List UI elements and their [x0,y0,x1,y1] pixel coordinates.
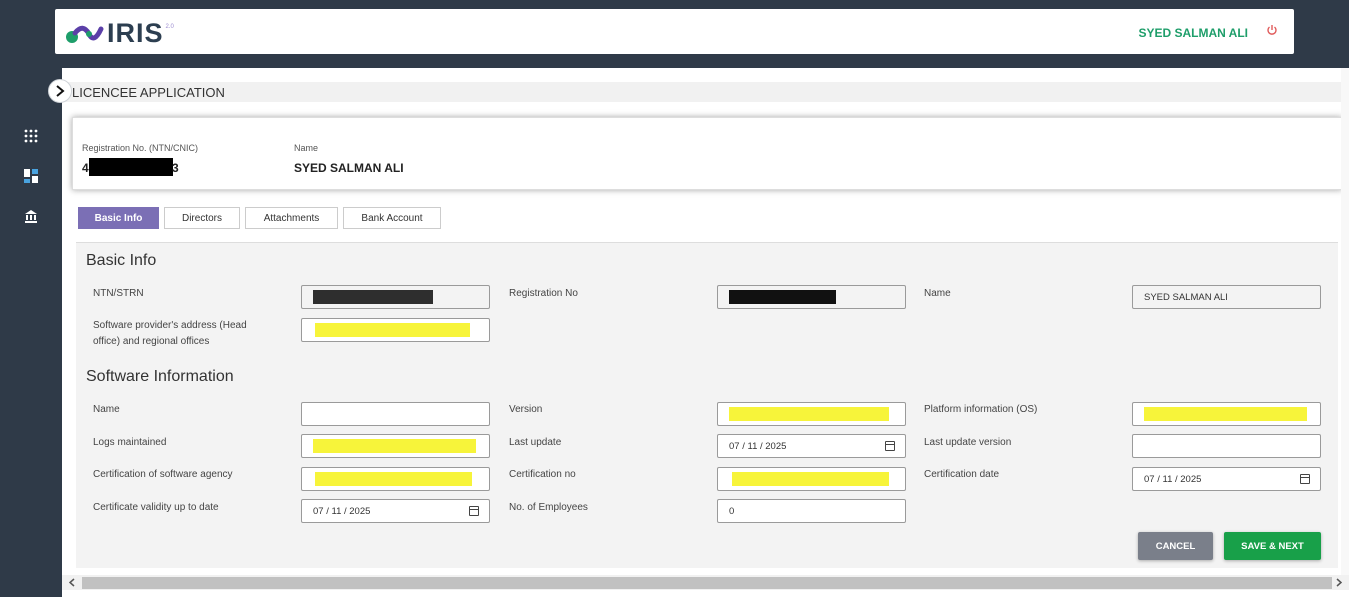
scroll-left-icon[interactable] [64,575,80,590]
main-content: LICENCEE APPLICATION Registration No. (N… [62,68,1349,597]
last-update-version-field[interactable] [1132,434,1321,458]
last-update-label: Last update [509,437,562,448]
validity-label: Certificate validity up to date [93,502,219,513]
employees-field[interactable]: 0 [717,499,906,523]
employees-label: No. of Employees [509,502,588,513]
registration-no-field[interactable] [717,285,906,309]
save-next-button[interactable]: SAVE & NEXT [1224,532,1321,560]
header-card: IRIS 2.0 SYED SALMAN ALI [55,9,1294,54]
tab-bank-account[interactable]: Bank Account [343,207,441,229]
calendar-icon[interactable] [469,506,479,516]
cert-agency-field[interactable] [301,467,490,491]
redacted-registration [89,158,173,176]
tab-attachments[interactable]: Attachments [245,207,338,229]
registration-label: Registration No. (NTN/CNIC) [82,143,199,153]
software-name-label: Name [93,404,120,415]
version-label: Version [509,404,543,415]
user-name[interactable]: SYED SALMAN ALI [1138,26,1248,40]
basic-info-title: Basic Info [86,252,157,269]
tab-bar: Basic Info Directors Attachments Bank Ac… [76,199,1338,243]
scrollbar-thumb[interactable] [82,577,1332,589]
logo-version: 2.0 [165,23,174,30]
ntn-label: NTN/STRN [93,288,144,299]
software-name-field[interactable] [301,402,490,426]
title-bar [62,82,1349,102]
redacted-address [315,323,470,337]
building-icon[interactable] [23,208,39,224]
iris-logo[interactable]: IRIS 2.0 [65,18,174,49]
cert-no-label: Certification no [509,469,576,480]
logout-icon [1267,25,1277,35]
cert-date-label: Certification date [924,469,1000,480]
registration-card: Registration No. (NTN/CNIC) 4 3 Name SYE… [72,117,1342,190]
horizontal-scrollbar[interactable] [62,575,1349,590]
logs-field[interactable] [301,434,490,458]
redacted-platform [1144,407,1307,421]
calendar-icon[interactable] [1300,474,1310,484]
iris-logo-icon [66,25,104,43]
registration-value-prefix: 4 [82,161,89,175]
tab-directors[interactable]: Directors [164,207,240,229]
tab-basic-info[interactable]: Basic Info [78,207,159,229]
logo-text: IRIS [107,18,164,48]
page-title: LICENCEE APPLICATION [72,85,225,100]
calendar-icon[interactable] [885,441,895,451]
address-field[interactable] [301,318,490,342]
cert-no-field[interactable] [717,467,906,491]
registration-value-suffix: 3 [172,161,179,175]
top-bar: IRIS 2.0 SYED SALMAN ALI [0,0,1349,68]
cert-date-value: 07 / 11 / 2025 [1144,473,1202,485]
sidebar [0,68,62,597]
name-label: Name [294,143,319,153]
sidebar-toggle-button[interactable] [48,79,72,103]
validity-date-input[interactable]: 07 / 11 / 2025 [301,499,490,523]
version-field[interactable] [717,402,906,426]
logs-label: Logs maintained [93,437,167,448]
redacted-registration-no [729,290,836,304]
software-info-title: Software Information [86,368,234,385]
redacted-cert-no [732,472,889,486]
last-update-value: 07 / 11 / 2025 [729,440,787,452]
cert-agency-label: Certification of software agency [93,469,233,480]
basic-name-field[interactable]: SYED SALMAN ALI [1132,285,1321,309]
address-label: Software provider's address (Head office… [93,320,247,347]
registration-no-label: Registration No [509,288,578,299]
power-icon[interactable] [1264,23,1280,39]
redacted-ntn [313,290,433,304]
employees-value: 0 [729,505,735,517]
cancel-button[interactable]: CANCEL [1138,532,1213,560]
redacted-logs [313,439,476,453]
redacted-version [729,407,889,421]
redacted-cert-agency [315,472,472,486]
apps-grid-icon[interactable] [23,128,39,144]
platform-label: Platform information (OS) [924,404,1038,415]
validity-value: 07 / 11 / 2025 [313,505,371,517]
cert-date-input[interactable]: 07 / 11 / 2025 [1132,467,1321,491]
vertical-scrollbar[interactable] [1341,68,1349,575]
last-update-date-input[interactable]: 07 / 11 / 2025 [717,434,906,458]
scroll-right-icon[interactable] [1331,575,1347,590]
platform-field[interactable] [1132,402,1321,426]
basic-name-value: SYED SALMAN ALI [1144,291,1228,303]
last-update-version-label: Last update version [924,437,1012,448]
dashboard-icon[interactable] [23,168,39,184]
ntn-field[interactable] [301,285,490,309]
basic-name-label: Name [924,288,951,299]
form-panel: Basic Info NTN/STRN Registration No Name… [76,243,1338,568]
chevron-right-icon [56,85,65,97]
name-value: SYED SALMAN ALI [294,161,404,175]
